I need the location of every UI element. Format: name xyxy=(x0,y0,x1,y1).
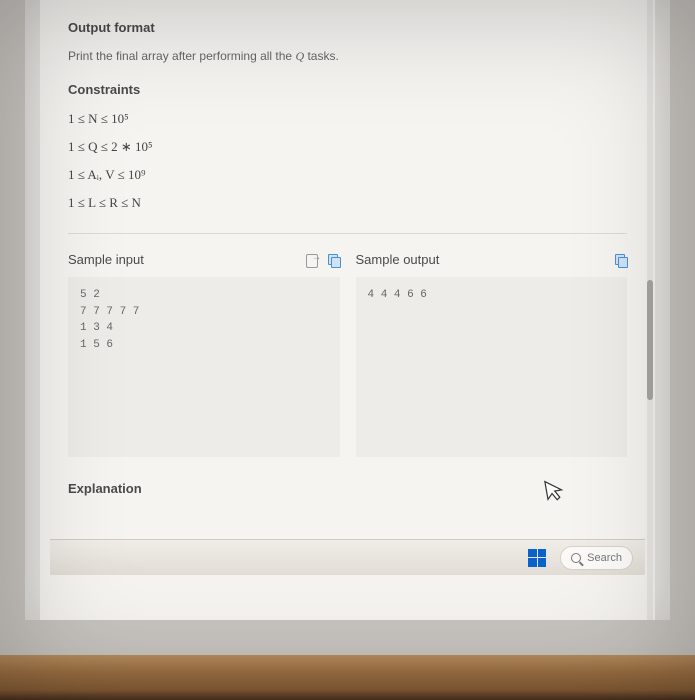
constraints-list: 1 ≤ N ≤ 10⁵ 1 ≤ Q ≤ 2 ∗ 10⁵ 1 ≤ Aᵢ, V ≤ … xyxy=(68,111,627,211)
constraint-row: 1 ≤ Aᵢ, V ≤ 10⁹ xyxy=(68,167,627,183)
output-format-heading: Output format xyxy=(68,20,627,35)
taskbar-search[interactable]: Search xyxy=(560,546,633,570)
constraint-row: 1 ≤ Q ≤ 2 ∗ 10⁵ xyxy=(68,139,627,155)
desk-surface xyxy=(0,655,695,700)
constraints-heading: Constraints xyxy=(68,82,627,97)
scrollbar[interactable] xyxy=(647,0,653,620)
copy-icon[interactable] xyxy=(615,254,627,266)
taskbar: Search xyxy=(50,539,645,575)
output-format-description: Print the final array after performing a… xyxy=(68,49,627,64)
copy-icon[interactable] xyxy=(328,254,340,266)
divider xyxy=(68,233,627,234)
sample-output-box[interactable]: 4 4 4 6 6 xyxy=(356,277,628,457)
search-icon xyxy=(571,553,581,563)
constraint-row: 1 ≤ N ≤ 10⁵ xyxy=(68,111,627,127)
problem-panel: Output format Print the final array afte… xyxy=(40,0,655,620)
sample-output-heading: Sample output xyxy=(356,252,440,267)
sample-input-box[interactable]: 5 2 7 7 7 7 7 1 3 4 1 5 6 xyxy=(68,277,340,457)
windows-start-icon[interactable] xyxy=(528,549,546,567)
scroll-thumb[interactable] xyxy=(647,280,653,400)
search-placeholder: Search xyxy=(587,552,622,564)
open-icon[interactable] xyxy=(306,254,320,266)
constraint-row: 1 ≤ L ≤ R ≤ N xyxy=(68,195,627,211)
sample-input-heading: Sample input xyxy=(68,252,144,267)
